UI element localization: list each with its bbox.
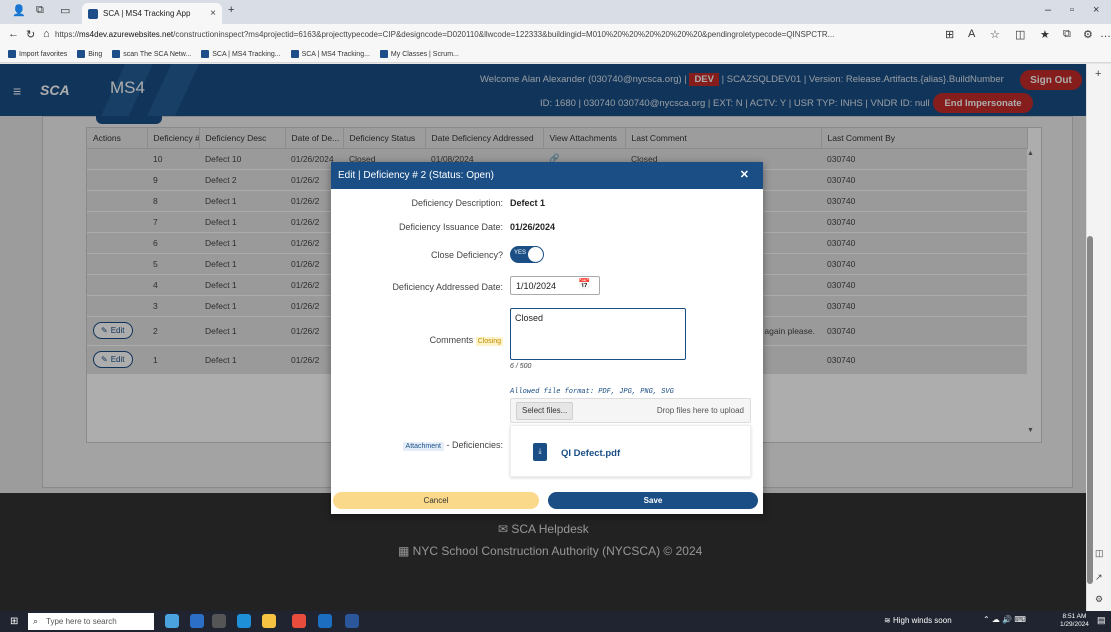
collections-icon[interactable]: ⧉	[1063, 28, 1071, 41]
dialog-title: Edit | Deficiency # 2 (Status: Open)	[338, 170, 495, 181]
url-host: ms4dev.azurewebsites.net	[79, 30, 174, 39]
file-explorer-icon[interactable]	[262, 614, 276, 628]
browser-tab[interactable]: SCA | MS4 Tracking App ×	[82, 3, 222, 24]
dialog-header: Edit | Deficiency # 2 (Status: Open) ✕	[331, 162, 763, 189]
file-upload-zone[interactable]: Select files... Drop files here to uploa…	[510, 398, 751, 423]
favorites-bar: Import favorites Bing scan The SCA Netw.…	[0, 46, 1111, 63]
save-button[interactable]: Save	[548, 492, 758, 509]
sidebar-layout-icon[interactable]: ◫	[1095, 548, 1104, 559]
word-icon[interactable]	[345, 614, 359, 628]
back-icon[interactable]: ←	[8, 28, 19, 40]
scrum-icon	[379, 50, 388, 58]
workspaces-icon[interactable]: ⧉	[36, 4, 44, 17]
browser-tab-bar: 👤 ⧉ ▭ SCA | MS4 Tracking App × + – ▫ ×	[0, 0, 1111, 24]
outlook-icon[interactable]	[318, 614, 332, 628]
profile-icon[interactable]: 👤	[12, 4, 26, 17]
select-files-button[interactable]: Select files...	[516, 402, 574, 420]
description-value: Defect 1	[510, 198, 546, 208]
tab-title: SCA | MS4 Tracking App	[103, 9, 191, 18]
clock-time: 8:51 AM	[1062, 613, 1087, 620]
url-prefix: https://	[55, 30, 80, 39]
allowed-formats-hint: Allowed file format: PDF, JPG, PNG, SVG	[510, 388, 674, 396]
close-tab-icon[interactable]: ×	[210, 8, 216, 19]
issuance-date-value: 01/26/2024	[510, 222, 556, 232]
toggle-text: YES	[514, 250, 527, 256]
description-label: Deficiency Description:	[411, 198, 503, 208]
add-sidebar-icon[interactable]: +	[1095, 68, 1101, 80]
address-bar: ← ↻ ⌂ https://ms4dev.azurewebsites.net/c…	[0, 24, 1111, 46]
sca-favicon-icon	[290, 50, 299, 58]
favorite-item[interactable]: SCA | MS4 Tracking...	[290, 50, 370, 58]
drop-hint: Drop files here to upload	[656, 406, 744, 415]
comments-label: Comments Closing	[429, 335, 503, 346]
favorite-item[interactable]: SCA | MS4 Tracking...	[201, 50, 281, 58]
windows-taskbar: ⊞ ⌕ Type here to search ≋ High winds soo…	[0, 611, 1111, 632]
people-icon[interactable]	[190, 614, 204, 628]
notifications-icon[interactable]: ▤	[1097, 615, 1106, 626]
sidebar-settings-icon[interactable]: ⚙	[1095, 594, 1103, 605]
search-placeholder: Type here to search	[46, 617, 117, 626]
attachment-label: Attachment - Deficiencies:	[402, 440, 503, 451]
system-clock[interactable]: 8:51 AM 1/29/2024	[1060, 613, 1089, 629]
edit-deficiency-dialog: Edit | Deficiency # 2 (Status: Open) ✕ D…	[331, 162, 763, 514]
character-counter: 6 / 500	[510, 363, 532, 370]
import-icon	[8, 50, 16, 58]
weather-status[interactable]: ≋ High winds soon	[884, 616, 952, 625]
search-icon: ⌕	[33, 616, 39, 626]
external-link-icon[interactable]: ↗	[1095, 572, 1103, 583]
attachment-tag: Attachment	[402, 442, 444, 451]
comments-textarea[interactable]: Closed	[510, 308, 686, 360]
minimize-icon[interactable]: –	[1045, 4, 1051, 16]
new-tab-icon[interactable]: +	[228, 4, 234, 16]
window-close-icon[interactable]: ×	[1093, 4, 1099, 16]
wind-icon: ≋	[884, 616, 893, 625]
refresh-icon[interactable]: ↻	[26, 28, 35, 41]
extensions-icon[interactable]: ⚙	[1083, 28, 1093, 41]
chrome-icon[interactable]	[292, 614, 306, 628]
favorite-item[interactable]: My Classes | Scrum...	[379, 50, 459, 58]
sca-favicon-icon	[88, 8, 98, 19]
sca-favicon-icon	[112, 50, 121, 58]
home-icon[interactable]: ⌂	[43, 28, 50, 40]
apps-icon[interactable]: ⊞	[945, 28, 954, 41]
close-deficiency-label: Close Deficiency?	[430, 250, 503, 260]
closing-tag: Closing	[475, 337, 503, 346]
favorites-icon[interactable]: ★	[1040, 28, 1050, 41]
favorite-item[interactable]: Import favorites	[8, 50, 67, 58]
toggle-knob	[528, 247, 543, 262]
page-scrollbar[interactable]	[1087, 236, 1093, 584]
windows-start-icon[interactable]: ⊞	[10, 616, 18, 627]
split-screen-icon[interactable]: ◫	[1015, 28, 1025, 41]
edge-icon[interactable]	[237, 614, 251, 628]
url-field[interactable]: https://ms4dev.azurewebsites.net/constru…	[55, 27, 935, 43]
attached-file-link[interactable]: QI Defect.pdf	[561, 448, 620, 459]
weather-widget-icon[interactable]	[165, 614, 179, 628]
read-aloud-icon[interactable]: A	[968, 28, 975, 40]
attached-file-list: ⤓ QI Defect.pdf	[510, 425, 751, 477]
issuance-date-label: Deficiency Issuance Date:	[398, 222, 503, 232]
cancel-button[interactable]: Cancel	[333, 492, 539, 509]
task-view-icon[interactable]	[212, 614, 226, 628]
favorite-star-icon[interactable]: ☆	[990, 28, 1000, 41]
url-path: /constructioninspect?ms4projectid=6163&p…	[173, 30, 835, 39]
addressed-date-label: Deficiency Addressed Date:	[392, 282, 503, 292]
sca-favicon-icon	[201, 50, 210, 58]
calendar-icon[interactable]: 📅	[578, 279, 590, 290]
more-icon[interactable]: …	[1100, 28, 1111, 40]
clock-date: 1/29/2024	[1060, 621, 1089, 628]
taskbar-search[interactable]: ⌕ Type here to search	[28, 613, 154, 630]
favorite-item[interactable]: scan The SCA Netw...	[112, 50, 191, 58]
tray-icons[interactable]: ⌃ ☁ 🔊 ⌨	[983, 615, 1026, 624]
close-deficiency-toggle[interactable]: YES	[510, 246, 544, 263]
page-icon	[77, 50, 86, 58]
favorite-item[interactable]: Bing	[77, 50, 102, 58]
tab-actions-icon[interactable]: ▭	[60, 4, 70, 17]
close-icon[interactable]: ✕	[740, 162, 749, 189]
pdf-file-icon: ⤓	[533, 443, 547, 461]
restore-icon[interactable]: ▫	[1070, 4, 1074, 16]
